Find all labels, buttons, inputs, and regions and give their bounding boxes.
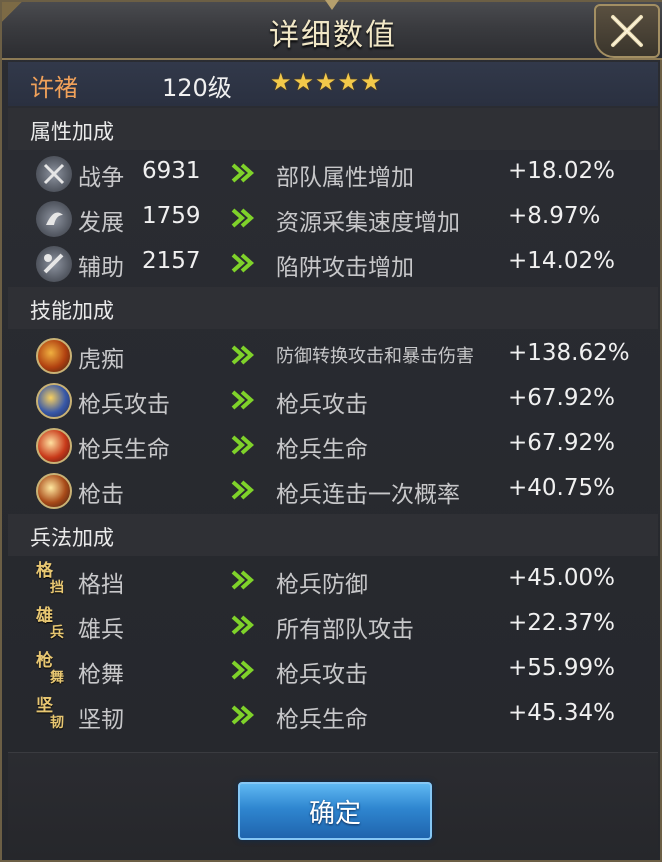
bonus-description: 所有部队攻击 bbox=[276, 617, 414, 643]
attribute-name: 辅助 bbox=[78, 255, 124, 281]
double-arrow-icon bbox=[231, 480, 255, 500]
tactic-row: 雄兵 雄兵 所有部队攻击 +22.37% bbox=[8, 604, 658, 648]
bonus-value: +40.75% bbox=[508, 475, 615, 501]
tactic-glyph: 格 bbox=[36, 561, 53, 581]
double-arrow-icon bbox=[231, 390, 255, 410]
tactic-name: 雄兵 bbox=[78, 617, 124, 643]
skill-spear-strike-icon bbox=[36, 473, 72, 509]
skill-spear-life-icon bbox=[36, 428, 72, 464]
attribute-name: 发展 bbox=[78, 210, 124, 236]
tactic-glyph: 雄 bbox=[36, 606, 53, 626]
section-header-skills: 技能加成 bbox=[8, 287, 658, 329]
skill-row: 虎痴 防御转换攻击和暴击伤害 +138.62% bbox=[8, 334, 658, 378]
bonus-value: +67.92% bbox=[508, 385, 615, 411]
skill-spear-attack-icon bbox=[36, 383, 72, 419]
section-label: 属性加成 bbox=[30, 120, 114, 144]
tactic-badge-icon: 坚韧 bbox=[36, 698, 72, 734]
detail-values-dialog: 详细数值 许褚 120级 ★★★★★ 属性加成 战争 6931 部队属性增加 +… bbox=[0, 0, 662, 862]
section-header-attributes: 属性加成 bbox=[8, 108, 658, 150]
tactic-glyph: 韧 bbox=[50, 715, 64, 731]
skill-row: 枪击 枪兵连击一次概率 +40.75% bbox=[8, 469, 658, 513]
tactic-glyph: 坚 bbox=[36, 696, 53, 716]
hero-name: 许褚 bbox=[30, 74, 78, 102]
tactic-glyph: 挡 bbox=[50, 580, 64, 596]
attribute-value: 1759 bbox=[142, 203, 201, 229]
bonus-description: 枪兵生命 bbox=[276, 437, 368, 463]
skill-name: 枪兵攻击 bbox=[78, 392, 170, 418]
double-arrow-icon bbox=[231, 435, 255, 455]
bonus-value: +138.62% bbox=[508, 340, 630, 366]
bonus-description: 资源采集速度增加 bbox=[276, 210, 460, 236]
bonus-description: 枪兵攻击 bbox=[276, 392, 368, 418]
tactic-row: 枪舞 枪舞 枪兵攻击 +55.99% bbox=[8, 649, 658, 693]
attribute-value: 6931 bbox=[142, 158, 201, 184]
skill-name: 枪兵生命 bbox=[78, 437, 170, 463]
attribute-name: 战争 bbox=[78, 165, 124, 191]
double-arrow-icon bbox=[231, 253, 255, 273]
attribute-value: 2157 bbox=[142, 248, 201, 274]
bonus-description: 防御转换攻击和暴击伤害 bbox=[276, 346, 474, 367]
section-label: 兵法加成 bbox=[30, 526, 114, 550]
double-arrow-icon bbox=[231, 660, 255, 680]
bonus-value: +18.02% bbox=[508, 158, 615, 184]
skill-row: 枪兵攻击 枪兵攻击 +67.92% bbox=[8, 379, 658, 423]
tactic-badge-icon: 雄兵 bbox=[36, 608, 72, 644]
close-button[interactable] bbox=[594, 4, 660, 58]
bonus-value: +67.92% bbox=[508, 430, 615, 456]
skill-huchi-icon bbox=[36, 338, 72, 374]
growth-icon bbox=[36, 201, 72, 237]
confirm-button[interactable]: 确定 bbox=[238, 782, 432, 840]
tactic-name: 枪舞 bbox=[78, 662, 124, 688]
bonus-description: 枪兵攻击 bbox=[276, 662, 368, 688]
attribute-row: 战争 6931 部队属性增加 +18.02% bbox=[8, 152, 658, 196]
dialog-title: 详细数值 bbox=[269, 18, 397, 53]
section-label: 技能加成 bbox=[30, 299, 114, 323]
bonus-description: 枪兵连击一次概率 bbox=[276, 482, 460, 508]
section-header-tactics: 兵法加成 bbox=[8, 514, 658, 556]
tactic-glyph: 兵 bbox=[50, 625, 64, 641]
double-arrow-icon bbox=[231, 615, 255, 635]
bonus-value: +8.97% bbox=[508, 203, 601, 229]
tactic-glyph: 枪 bbox=[36, 651, 53, 671]
support-icon bbox=[36, 246, 72, 282]
double-arrow-icon bbox=[231, 345, 255, 365]
tactic-badge-icon: 枪舞 bbox=[36, 653, 72, 689]
tactic-name: 格挡 bbox=[78, 572, 124, 598]
title-bar: 详细数值 bbox=[2, 0, 662, 60]
bonus-value: +45.00% bbox=[508, 565, 615, 591]
crossed-swords-icon bbox=[36, 156, 72, 192]
tactic-glyph: 舞 bbox=[50, 670, 64, 686]
attribute-row: 发展 1759 资源采集速度增加 +8.97% bbox=[8, 197, 658, 241]
double-arrow-icon bbox=[231, 570, 255, 590]
close-icon bbox=[611, 15, 643, 47]
double-arrow-icon bbox=[231, 705, 255, 725]
tactic-row: 坚韧 坚韧 枪兵生命 +45.34% bbox=[8, 694, 658, 738]
tactic-name: 坚韧 bbox=[78, 707, 124, 733]
hero-info-bar: 许褚 120级 ★★★★★ bbox=[8, 62, 658, 106]
bonus-description: 枪兵生命 bbox=[276, 707, 368, 733]
tactic-badge-icon: 格挡 bbox=[36, 563, 72, 599]
star-rating: ★★★★★ bbox=[270, 68, 383, 96]
double-arrow-icon bbox=[231, 208, 255, 228]
bonus-value: +22.37% bbox=[508, 610, 615, 636]
skill-row: 枪兵生命 枪兵生命 +67.92% bbox=[8, 424, 658, 468]
bonus-description: 陷阱攻击增加 bbox=[276, 255, 414, 281]
bonus-description: 部队属性增加 bbox=[276, 165, 414, 191]
double-arrow-icon bbox=[231, 163, 255, 183]
bonus-value: +55.99% bbox=[508, 655, 615, 681]
tactic-row: 格挡 格挡 枪兵防御 +45.00% bbox=[8, 559, 658, 603]
bonus-value: +14.02% bbox=[508, 248, 615, 274]
attribute-row: 辅助 2157 陷阱攻击增加 +14.02% bbox=[8, 242, 658, 286]
hero-level: 120级 bbox=[162, 74, 232, 102]
skill-name: 枪击 bbox=[78, 482, 124, 508]
bonus-description: 枪兵防御 bbox=[276, 572, 368, 598]
title-ornament-icon bbox=[325, 0, 339, 10]
bonus-value: +45.34% bbox=[508, 700, 615, 726]
skill-name: 虎痴 bbox=[78, 347, 124, 373]
